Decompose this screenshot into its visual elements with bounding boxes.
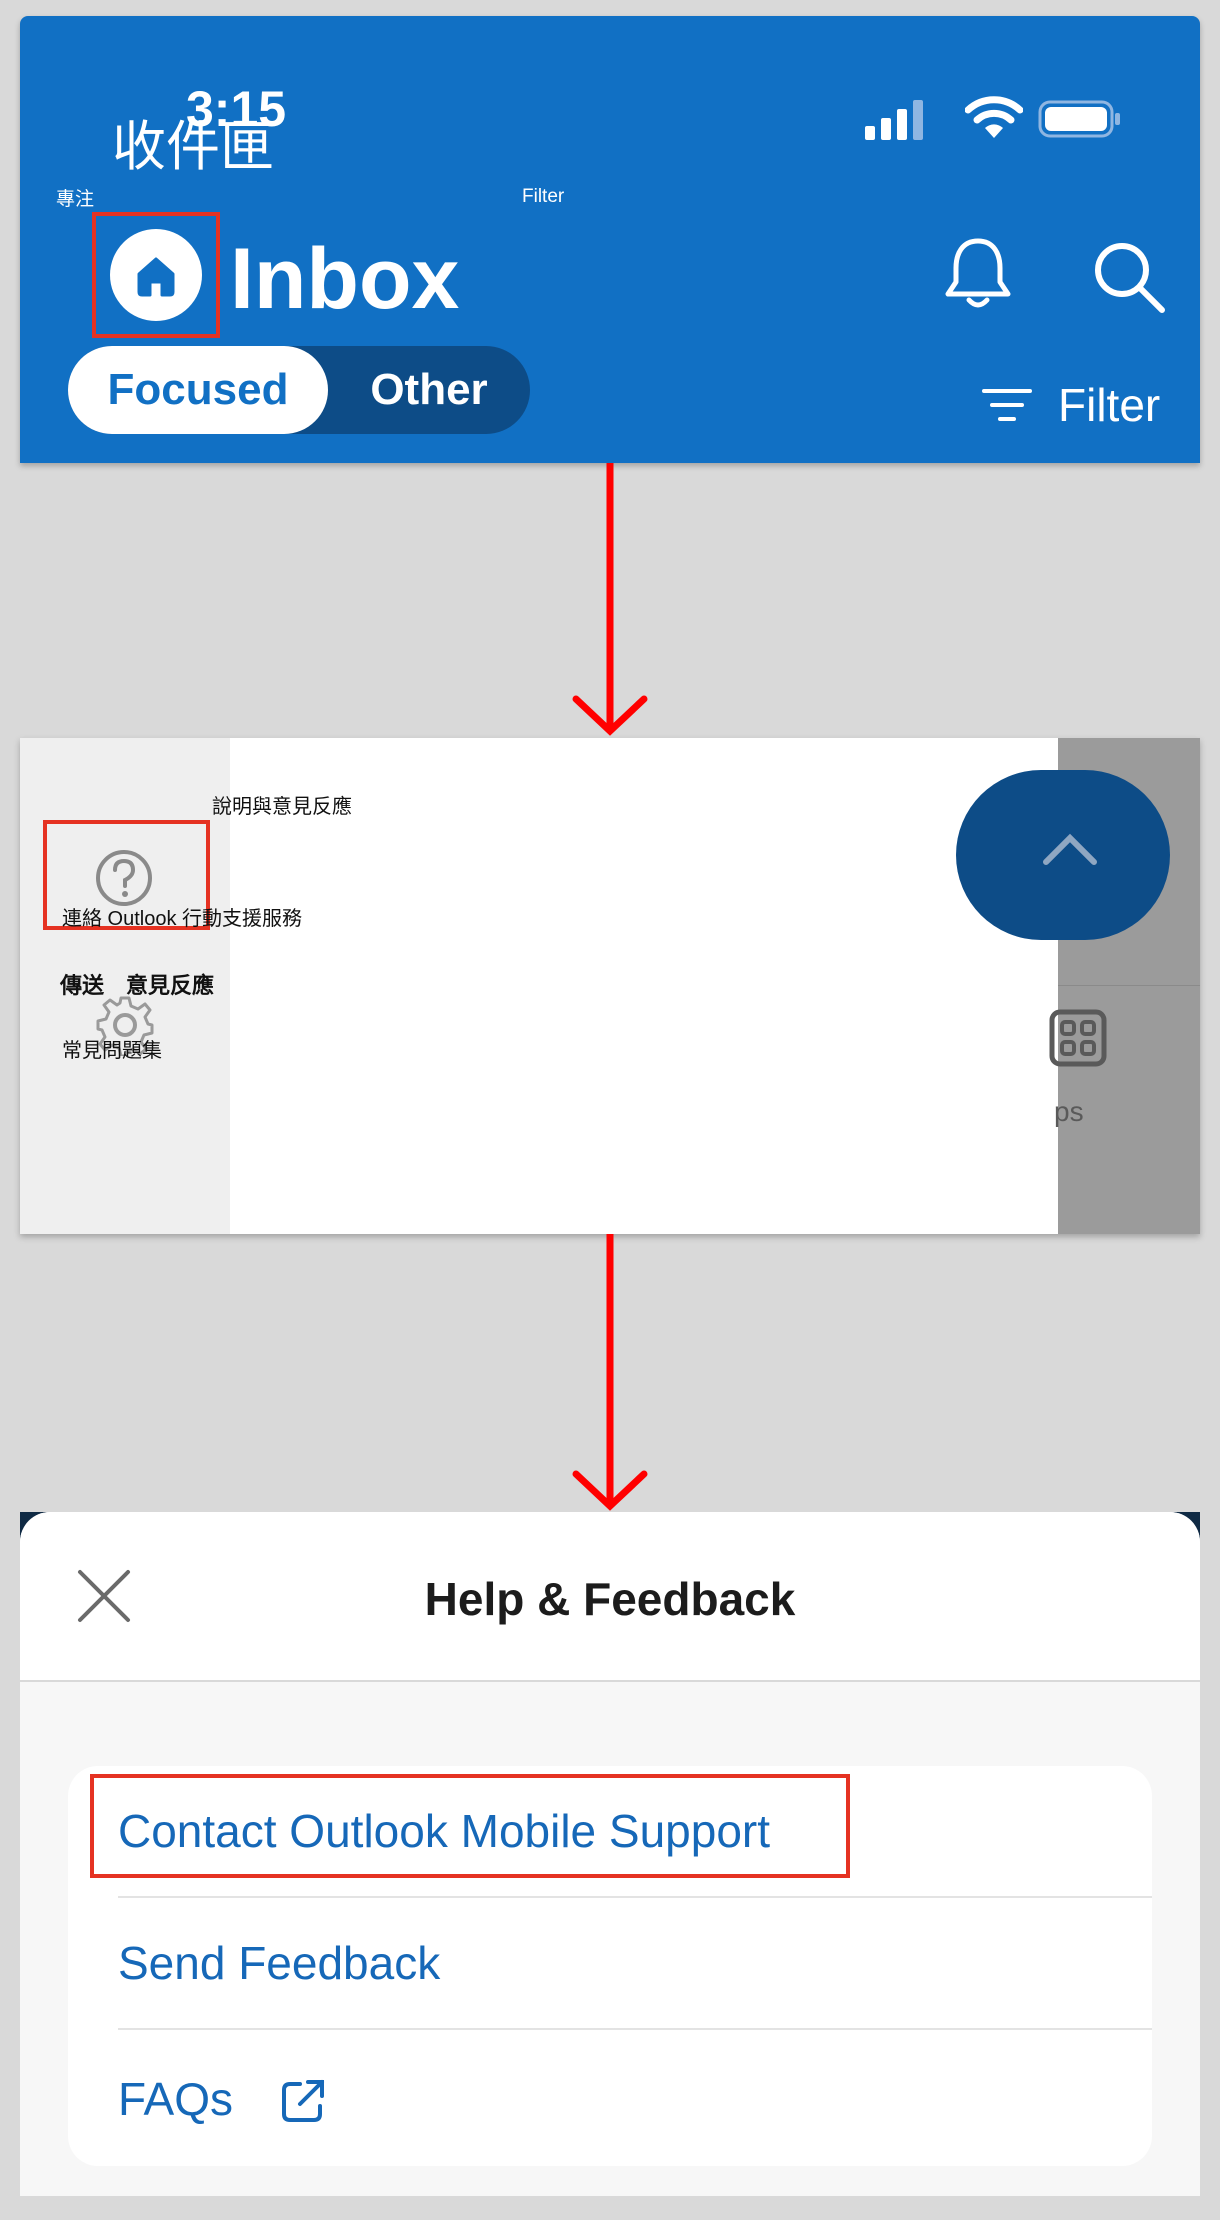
filter-label: Filter — [1058, 379, 1161, 431]
home-icon — [137, 257, 175, 297]
battery-icon — [1038, 100, 1120, 138]
filter-button[interactable]: Filter — [982, 378, 1160, 432]
bell-icon[interactable] — [944, 236, 1012, 310]
home-circle — [110, 229, 202, 321]
divider — [118, 2028, 1152, 2030]
sheet-header: Help & Feedback — [20, 1512, 1200, 1682]
faqs-text: FAQs — [118, 2073, 234, 2125]
divider — [1058, 985, 1200, 986]
inbox-header-panel: 3:15 收件匣 專注 Filter Inbox Focused Other F… — [20, 16, 1200, 463]
sheet-title: Help & Feedback — [424, 1573, 796, 1625]
contact-support-highlight — [90, 1774, 850, 1878]
help-feedback-sheet: Help & Feedback Contact Outlook Mobile S… — [20, 1512, 1200, 2196]
wifi-icon — [965, 96, 1023, 138]
page-title: Inbox — [230, 231, 460, 327]
tab-other[interactable]: Other — [328, 365, 530, 415]
faqs-item[interactable]: FAQs — [68, 2034, 1152, 2166]
send-feedback-item[interactable]: Send Feedback — [68, 1898, 1152, 2030]
menu-content-area — [230, 738, 1058, 1234]
contact-support-label: 連絡 Outlook 行動支援服務 — [62, 908, 303, 930]
arrow-down-icon — [572, 1234, 648, 1511]
help-feedback-label: 說明與意見反應 — [212, 796, 352, 818]
partial-glyph-icon — [1138, 806, 1142, 826]
filter-hint-label: Filter — [522, 186, 565, 207]
tab-focused[interactable]: Focused — [68, 346, 328, 434]
send-feedback-text: Send Feedback — [118, 1937, 441, 1989]
home-button[interactable] — [92, 212, 220, 338]
chevron-up-icon — [1043, 833, 1097, 865]
search-icon[interactable] — [1090, 238, 1166, 314]
apps-icon[interactable] — [1048, 1008, 1108, 1068]
faq-label: 常見問題集 — [62, 1040, 162, 1062]
focused-other-toggle[interactable]: Focused Other — [68, 346, 530, 434]
inbox-title-chinese: 收件匣 — [112, 117, 274, 177]
help-icon[interactable] — [94, 848, 154, 908]
arrow-down-icon — [572, 463, 648, 736]
focused-hint-label: 專注 — [56, 189, 95, 210]
external-link-icon — [282, 2080, 324, 2122]
filter-icon — [982, 389, 1032, 421]
side-menu-panel: ps 說明與意見反應 連絡 Outlook 行動支援服務 傳送 意見反應 常見問… — [20, 738, 1200, 1234]
apps-label: ps — [1054, 1096, 1084, 1127]
signal-icon — [865, 100, 923, 140]
help-feedback-sheet-panel: Help & Feedback Contact Outlook Mobile S… — [20, 1512, 1200, 2196]
